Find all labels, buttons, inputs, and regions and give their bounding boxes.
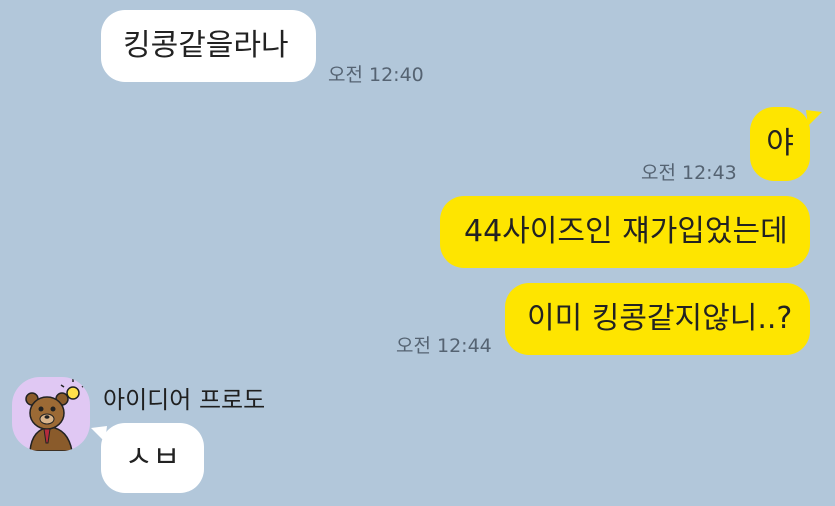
bubble-tail [91, 426, 107, 442]
message-timestamp: 오전 12:44 [396, 335, 492, 357]
bubble-tail [806, 110, 822, 126]
message-timestamp: 오전 12:40 [328, 64, 424, 86]
outgoing-message-bubble[interactable]: 야 [750, 107, 810, 181]
incoming-message-bubble[interactable]: 킹콩같을라나 [101, 10, 316, 82]
frodo-character-avatar-icon [25, 379, 86, 451]
message-text: 이미 킹콩같지않니..? [527, 301, 793, 336]
message-text: 야 [766, 126, 794, 161]
sender-avatar[interactable] [12, 377, 90, 451]
outgoing-message-bubble[interactable]: 44사이즈인 쟤가입었는데 [440, 196, 810, 268]
message-text: ㅅㅂ [124, 440, 181, 475]
message-text: 킹콩같을라나 [123, 28, 289, 63]
outgoing-message-bubble[interactable]: 이미 킹콩같지않니..? [505, 283, 810, 355]
message-timestamp: 오전 12:43 [641, 162, 737, 184]
sender-name: 아이디어 프로도 [103, 386, 266, 414]
message-text: 44사이즈인 쟤가입었는데 [464, 214, 788, 249]
incoming-message-bubble[interactable]: ㅅㅂ [101, 423, 204, 493]
